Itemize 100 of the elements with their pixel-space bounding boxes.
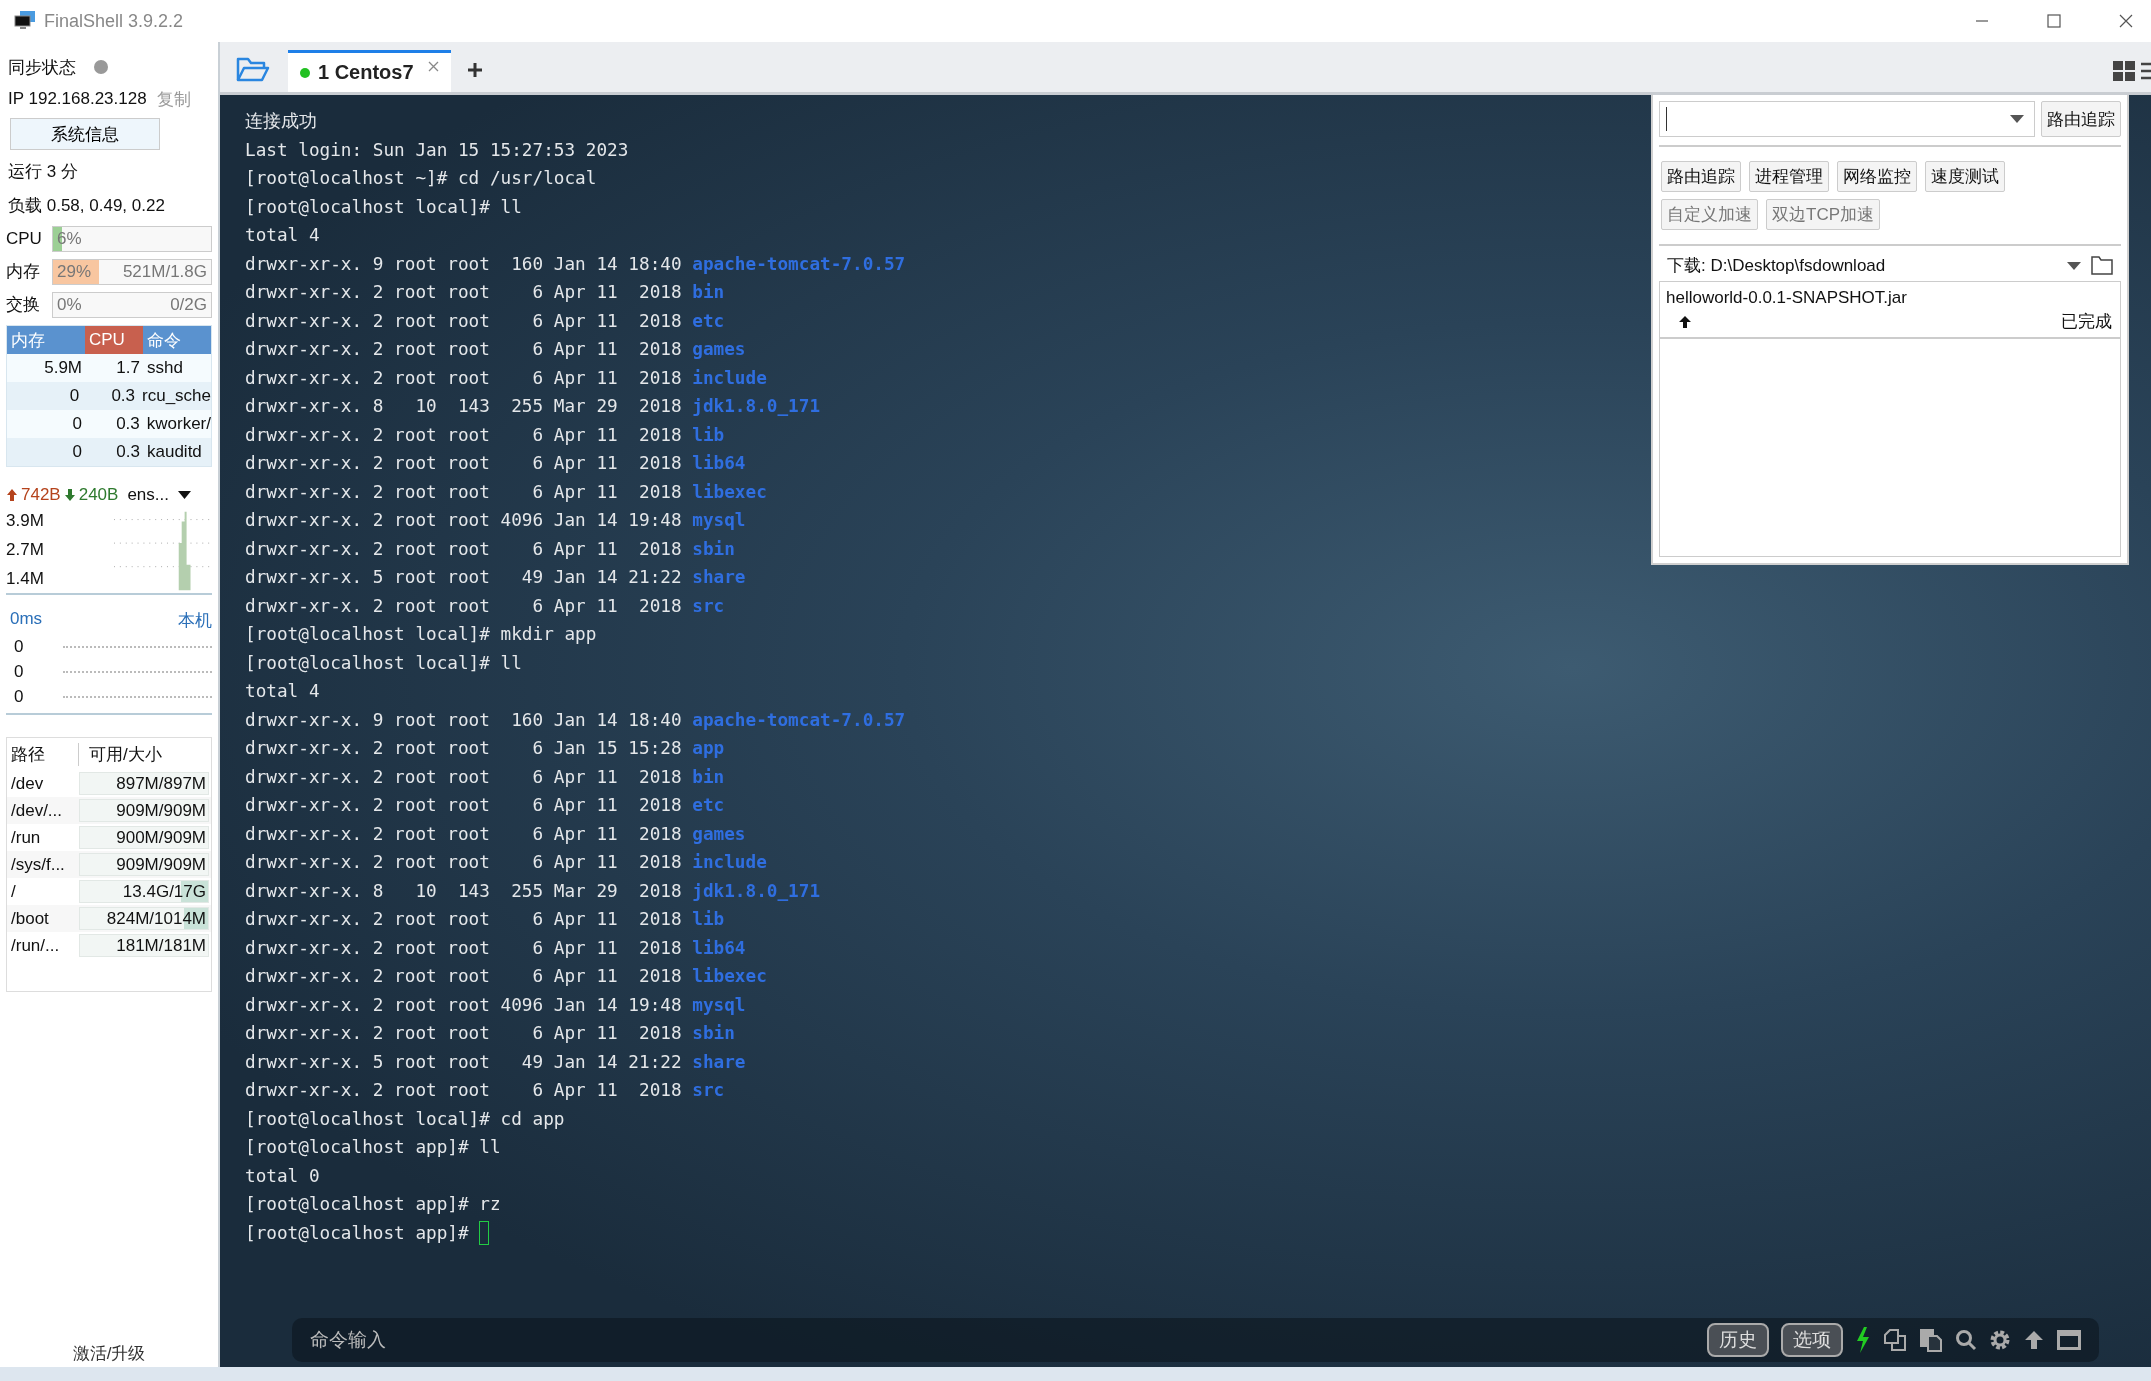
listing-entry: drwxr-xr-x. 2 root root 6 Apr 11 2018 — [245, 1023, 682, 1044]
upgrade-link[interactable]: 激活/升级 — [72, 1342, 146, 1365]
listing-entry: drwxr-xr-x. 2 root root 6 Apr 11 2018 — [245, 1080, 682, 1101]
upload-arrow-icon[interactable] — [2023, 1329, 2045, 1351]
window-icon[interactable] — [2057, 1330, 2081, 1350]
system-info-button[interactable]: 系统信息 — [10, 118, 160, 150]
table-cell-text: 0.3 — [115, 414, 141, 434]
upload-arrow-icon — [6, 488, 18, 502]
latency-value: 0 — [14, 686, 24, 707]
maximize-icon[interactable] — [2047, 14, 2061, 28]
table-cell-text: /dev — [10, 773, 45, 794]
directory-name: src — [692, 595, 725, 616]
add-tab-icon[interactable] — [466, 62, 483, 78]
listing-entry: drwxr-xr-x. 2 root root 6 Apr 11 2018 — [245, 367, 682, 388]
directory-name: src — [692, 1080, 725, 1101]
usage-text: 13.4G/17G — [122, 881, 206, 902]
load-text: 负载 0.58, 0.49, 0.22 — [8, 194, 165, 217]
listing-entry: drwxr-xr-x. 2 root root 4096 Jan 14 19:48 — [245, 510, 682, 531]
command-bar-button[interactable]: 选项 — [1781, 1323, 1843, 1357]
table-cell-text: 0 — [71, 442, 83, 462]
menu-icon[interactable] — [2141, 62, 2151, 80]
terminal-line: [root@localhost local]# cd app — [245, 1108, 565, 1129]
listing-entry: drwxr-xr-x. 2 root root 6 Apr 11 2018 — [245, 538, 682, 559]
grid-icon[interactable] — [2113, 61, 2135, 81]
table-cell-text: 0 — [68, 386, 81, 406]
listing-entry: drwxr-xr-x. 2 root root 6 Apr 11 2018 — [245, 937, 682, 958]
directory-name: bin — [692, 282, 725, 303]
meter-reading: 29% — [57, 261, 92, 282]
folder-icon[interactable] — [236, 56, 270, 82]
directory-name: etc — [692, 795, 725, 816]
axis-label: 1.4M — [6, 568, 45, 589]
directory-name: games — [692, 339, 746, 360]
directory-name: games — [692, 823, 746, 844]
route-trace-button[interactable]: 路由追踪 — [2041, 101, 2121, 137]
listing-entry: drwxr-xr-x. 8 10 143 255 Mar 29 2018 — [245, 396, 682, 417]
directory-name: jdk1.8.0_171 — [692, 880, 821, 901]
listing-entry: drwxr-xr-x. 2 root root 6 Apr 11 2018 — [245, 481, 682, 502]
directory-name: jdk1.8.0_171 — [692, 396, 821, 417]
directory-name: libexec — [692, 966, 767, 987]
directory-name: sbin — [692, 538, 735, 559]
command-bar-button[interactable]: 历史 — [1707, 1323, 1769, 1357]
latency-text: 0ms — [10, 609, 43, 630]
directory-name: app — [692, 738, 725, 759]
table-cell-text: 1.7 — [115, 358, 141, 378]
meter-reading: 0% — [57, 294, 82, 315]
meter-label: CPU — [6, 228, 43, 249]
search-icon[interactable] — [1955, 1329, 1977, 1351]
table-cell-text: /dev/... — [10, 800, 64, 821]
tool-button[interactable]: 路由追踪 — [1661, 161, 1741, 192]
column-header[interactable]: CPU — [85, 326, 143, 354]
terminal-line: 连接成功 — [245, 110, 317, 134]
terminal-line: total 4 — [245, 225, 320, 246]
meter-detail: 0/2G — [170, 294, 207, 315]
table-cell-text: /boot — [10, 908, 50, 929]
tool-button[interactable]: 速度测试 — [1925, 161, 2005, 192]
terminal-line: [root@localhost local]# ll — [245, 652, 522, 673]
table-cell-text: rcu_sche — [141, 386, 211, 406]
app-logo-icon — [14, 11, 36, 31]
sync-status-label: 同步状态 — [8, 56, 76, 79]
tool-button[interactable]: 网络监控 — [1837, 161, 1917, 192]
terminal-line: total 0 — [245, 1165, 320, 1186]
lightning-icon[interactable] — [1855, 1327, 1871, 1353]
directory-name: lib — [692, 909, 725, 930]
dropdown-caret-icon[interactable] — [2067, 261, 2081, 270]
table-cell-text: / — [10, 881, 17, 902]
directory-name: share — [692, 567, 746, 588]
listing-entry: drwxr-xr-x. 2 root root 6 Apr 11 2018 — [245, 282, 682, 303]
settings-icon[interactable] — [1989, 1329, 2011, 1351]
latency-value: 0 — [14, 636, 24, 657]
host-combo-field[interactable] — [1659, 101, 2035, 137]
close-icon[interactable] — [2119, 14, 2133, 28]
column-header[interactable]: 路径 — [7, 742, 79, 766]
column-header[interactable]: 可用/大小 — [79, 742, 211, 766]
ip-address: IP 192.168.23.128 — [8, 89, 147, 109]
terminal-line: [root@localhost app]# ll — [245, 1137, 501, 1158]
copy-icon[interactable] — [1883, 1328, 1907, 1352]
terminal-line: [root@localhost local]# mkdir app — [245, 624, 597, 645]
listing-entry: drwxr-xr-x. 2 root root 6 Apr 11 2018 — [245, 310, 682, 331]
listing-entry: drwxr-xr-x. 2 root root 6 Apr 11 2018 — [245, 795, 682, 816]
download-arrow-icon — [63, 488, 76, 502]
directory-name: lib64 — [692, 453, 746, 474]
tool-button[interactable]: 进程管理 — [1749, 161, 1829, 192]
caret-icon[interactable] — [178, 491, 191, 499]
command-input[interactable]: 命令输入 — [292, 1318, 1703, 1362]
directory-name: libexec — [692, 481, 767, 502]
directory-name: etc — [692, 310, 725, 331]
paste-icon[interactable] — [1919, 1328, 1943, 1352]
interface-select[interactable]: ens... — [127, 485, 169, 505]
directory-name: include — [692, 367, 767, 388]
usage-text: 909M/909M — [116, 800, 206, 821]
listing-entry: drwxr-xr-x. 2 root root 6 Apr 11 2018 — [245, 453, 682, 474]
terminal-line: total 4 — [245, 681, 320, 702]
terminal-line: [root@localhost app]# — [245, 1222, 469, 1243]
usage-text: 897M/897M — [116, 773, 206, 794]
directory-name: apache-tomcat-7.0.57 — [692, 253, 906, 274]
close-icon[interactable] — [427, 61, 439, 72]
dropdown-caret-icon[interactable] — [2010, 115, 2024, 123]
directory-name: apache-tomcat-7.0.57 — [692, 709, 906, 730]
session-tab[interactable]: 1 Centos7 — [288, 50, 451, 92]
folder-icon[interactable] — [2091, 256, 2113, 275]
